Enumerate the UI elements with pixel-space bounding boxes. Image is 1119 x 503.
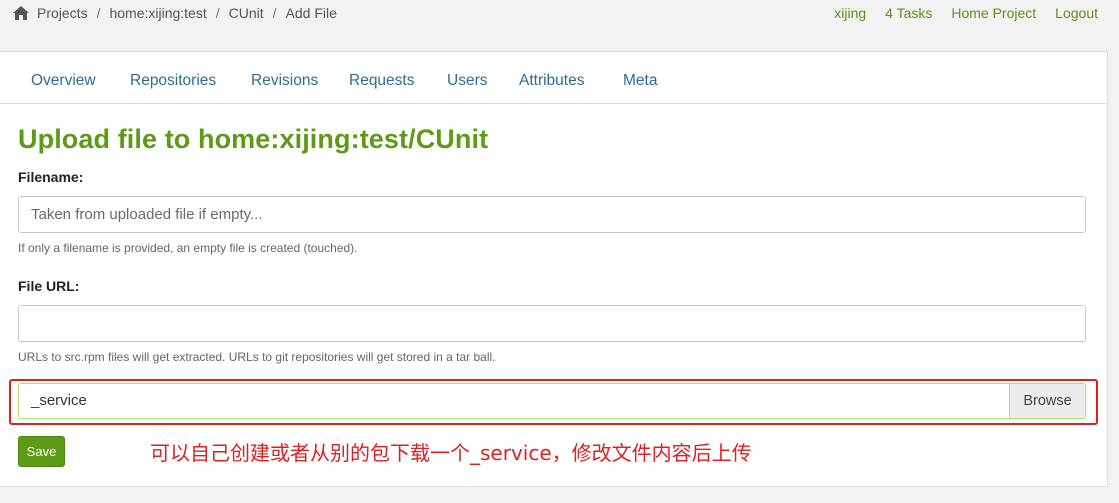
- logout-link[interactable]: Logout: [1055, 5, 1098, 21]
- file-url-help: URLs to src.rpm files will get extracted…: [18, 350, 496, 364]
- breadcrumb-separator: /: [272, 5, 277, 21]
- filename-label: Filename:: [18, 169, 84, 185]
- breadcrumb-project[interactable]: home:xijing:test: [109, 5, 206, 21]
- file-upload-field[interactable]: _service Browse: [18, 383, 1086, 419]
- tasks-link[interactable]: 4 Tasks: [885, 5, 932, 21]
- file-url-input[interactable]: [18, 305, 1086, 342]
- tab-bar: Overview Repositories Revisions Requests…: [0, 52, 1107, 104]
- selected-file-name: _service: [31, 392, 87, 409]
- file-url-label: File URL:: [18, 278, 80, 294]
- breadcrumb-package[interactable]: CUnit: [229, 5, 264, 21]
- top-bar: Projects / home:xijing:test / CUnit / Ad…: [0, 0, 1119, 30]
- annotation-text: 可以自己创建或者从别的包下载一个_service，修改文件内容后上传: [150, 441, 752, 465]
- user-link[interactable]: xijing: [834, 5, 866, 21]
- browse-button[interactable]: Browse: [1009, 384, 1085, 418]
- breadcrumb-projects[interactable]: Projects: [37, 5, 88, 21]
- filename-input[interactable]: [18, 196, 1086, 233]
- tab-meta[interactable]: Meta: [623, 72, 657, 90]
- user-nav: xijing 4 Tasks Home Project Logout: [834, 5, 1098, 21]
- home-icon[interactable]: [13, 6, 29, 20]
- save-button[interactable]: Save: [18, 436, 65, 467]
- content-card: Overview Repositories Revisions Requests…: [0, 51, 1108, 487]
- tab-overview[interactable]: Overview: [31, 72, 96, 90]
- tab-revisions[interactable]: Revisions: [251, 72, 318, 90]
- breadcrumb-separator: /: [215, 5, 220, 21]
- tab-repositories[interactable]: Repositories: [130, 72, 216, 90]
- breadcrumb-separator: /: [96, 5, 101, 21]
- page-title: Upload file to home:xijing:test/CUnit: [18, 124, 489, 154]
- tab-users[interactable]: Users: [447, 72, 487, 90]
- breadcrumb: Projects / home:xijing:test / CUnit / Ad…: [13, 5, 337, 21]
- breadcrumb-current: Add File: [285, 5, 337, 21]
- tab-attributes[interactable]: Attributes: [519, 72, 584, 90]
- home-project-link[interactable]: Home Project: [951, 5, 1036, 21]
- tab-requests[interactable]: Requests: [349, 72, 414, 90]
- filename-help: If only a filename is provided, an empty…: [18, 241, 358, 255]
